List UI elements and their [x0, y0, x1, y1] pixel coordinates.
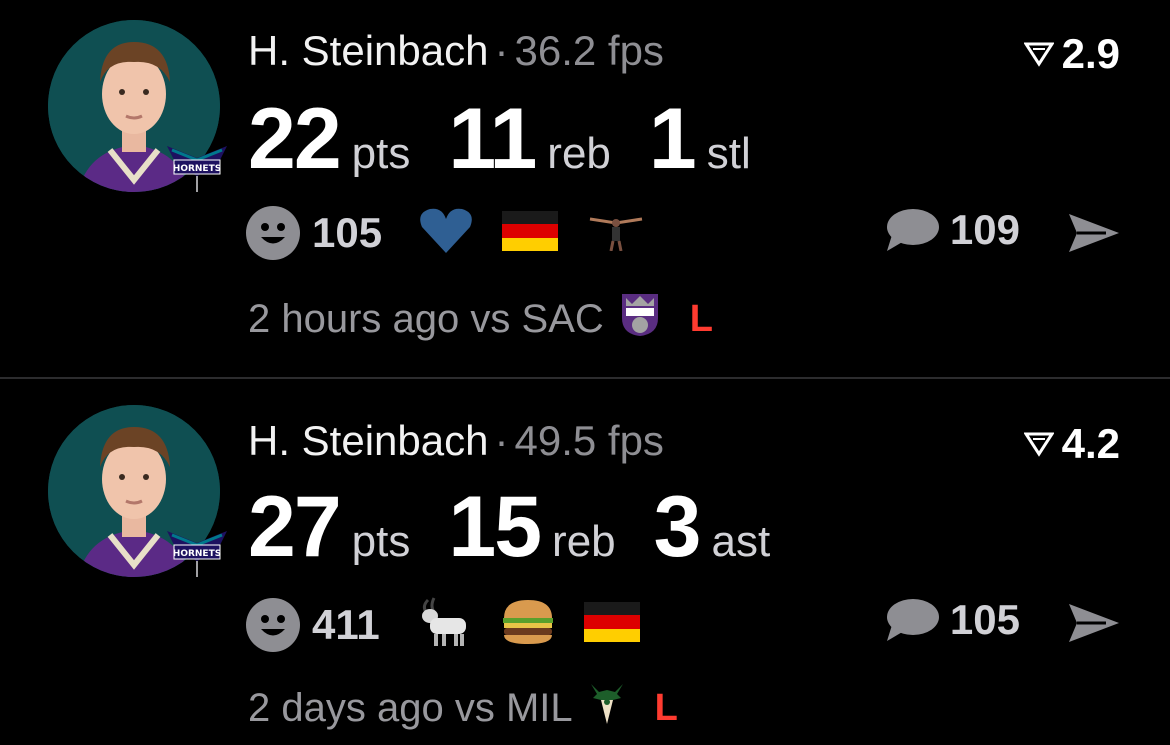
stat-unit: stl: [706, 129, 751, 178]
comment-bubble-icon: [886, 209, 939, 251]
blue-heart-icon[interactable]: [418, 207, 474, 260]
stat-value: 3: [653, 479, 702, 575]
game-result: L: [689, 297, 713, 340]
stat-value: 1: [648, 91, 697, 187]
comment-bubble-icon: [886, 599, 939, 641]
stat-line: 22 pts 11 reb 1 stl: [248, 90, 789, 189]
germany-flag-icon[interactable]: [583, 602, 640, 647]
score-value: 2.9: [1061, 30, 1120, 77]
card-divider: [0, 377, 1170, 379]
add-reaction-icon[interactable]: [246, 206, 300, 260]
stat-unit: pts: [351, 517, 411, 566]
score-badge: 4.2: [1023, 420, 1120, 468]
stat-unit: ast: [711, 517, 771, 566]
game-info: 2 days ago vs MIL L: [248, 680, 678, 736]
kings-logo[interactable]: [618, 290, 662, 348]
hornets-logo: HORNETS: [162, 521, 232, 581]
comment-button[interactable]: 109: [884, 206, 1020, 254]
reaction-bar: 411: [246, 596, 668, 653]
fps-value: 36.2 fps: [514, 27, 664, 74]
comment-count: 109: [949, 206, 1020, 253]
separator-dot: ·: [494, 417, 509, 464]
share-icon[interactable]: [1066, 600, 1122, 646]
comment-count: 105: [949, 596, 1020, 643]
dunk-figure-icon[interactable]: [586, 211, 646, 256]
feed-card[interactable]: HORNETS H. Steinbach · 36.2 fps 2.9 22 pts …: [0, 0, 1170, 378]
share-icon[interactable]: [1066, 210, 1122, 256]
timestamp: 2 days ago: [248, 685, 444, 730]
separator-dot: ·: [494, 27, 509, 74]
opponent-label[interactable]: vs MIL: [455, 686, 573, 731]
stat-value: 15: [448, 479, 542, 575]
opponent-label[interactable]: vs SAC: [470, 297, 603, 342]
game-result: L: [654, 686, 678, 729]
hornets-logo: HORNETS: [162, 136, 232, 196]
player-name[interactable]: H. Steinbach: [248, 417, 488, 464]
stat-unit: reb: [552, 517, 616, 566]
stat-value: 27: [248, 479, 342, 575]
vote-triangle-icon: [1023, 42, 1054, 67]
player-name[interactable]: H. Steinbach: [248, 27, 488, 74]
feed-card[interactable]: HORNETS H. Steinbach · 49.5 fps 4.2 27 pts …: [0, 380, 1170, 745]
reaction-count: 411: [312, 600, 380, 648]
card-headline: H. Steinbach · 49.5 fps: [248, 420, 664, 462]
comment-button[interactable]: 105: [884, 596, 1020, 644]
svg-text:HORNETS: HORNETS: [173, 549, 221, 559]
score-value: 4.2: [1061, 420, 1120, 467]
stat-line: 27 pts 15 reb 3 ast: [248, 478, 808, 577]
germany-flag-icon[interactable]: [502, 210, 559, 256]
vote-triangle-icon: [1023, 432, 1054, 457]
stat-unit: pts: [351, 129, 411, 178]
reaction-count: 105: [312, 209, 383, 256]
game-info: 2 hours ago vs SAC L: [248, 290, 713, 348]
bucks-logo[interactable]: [587, 680, 627, 736]
stat-value: 22: [248, 91, 342, 187]
fps-value: 49.5 fps: [514, 417, 664, 464]
reaction-bar: 105: [246, 206, 674, 260]
stat-value: 11: [448, 91, 537, 187]
burger-icon[interactable]: [500, 598, 556, 651]
timestamp: 2 hours ago: [248, 296, 460, 341]
svg-text:HORNETS: HORNETS: [173, 164, 221, 174]
goat-icon[interactable]: [416, 596, 472, 653]
stat-unit: reb: [547, 129, 611, 178]
card-headline: H. Steinbach · 36.2 fps: [248, 30, 664, 72]
add-reaction-icon[interactable]: [246, 597, 300, 652]
score-badge: 2.9: [1023, 30, 1120, 78]
